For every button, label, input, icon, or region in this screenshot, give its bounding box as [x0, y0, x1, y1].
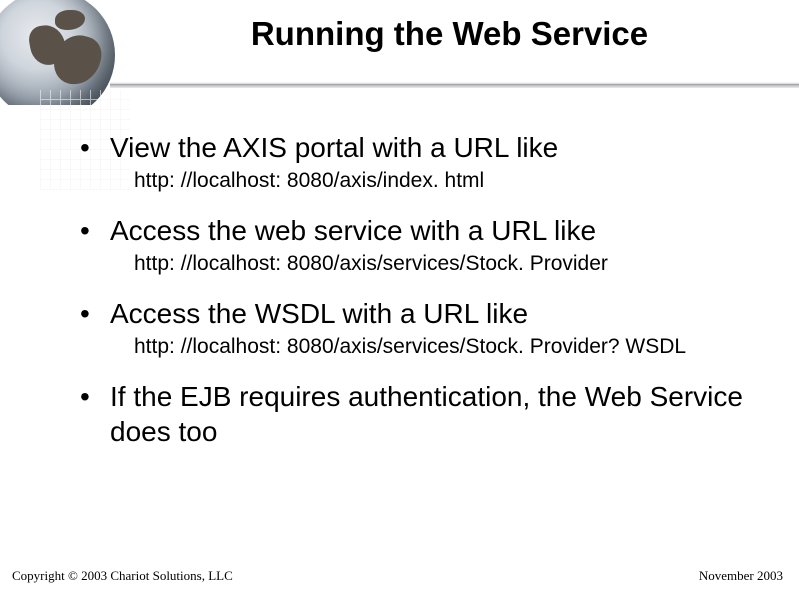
- bullet-text: If the EJB requires authentication, the …: [110, 379, 759, 449]
- bullet-item: • View the AXIS portal with a URL like h…: [80, 130, 759, 193]
- bullet-marker: •: [80, 213, 110, 248]
- bullet-item: • Access the web service with a URL like…: [80, 213, 759, 276]
- slide-title: Running the Web Service: [120, 15, 779, 53]
- bullet-marker: •: [80, 296, 110, 331]
- bullet-sub: http: //localhost: 8080/axis/services/St…: [134, 335, 759, 359]
- bullet-marker: •: [80, 130, 110, 165]
- bullet-item: • If the EJB requires authentication, th…: [80, 379, 759, 449]
- bullet-sub: http: //localhost: 8080/axis/index. html: [134, 169, 759, 193]
- title-divider: [110, 82, 799, 88]
- bullet-text: Access the web service with a URL like: [110, 213, 759, 248]
- bullet-marker: •: [80, 379, 110, 414]
- bullet-text: Access the WSDL with a URL like: [110, 296, 759, 331]
- footer-date: November 2003: [699, 568, 783, 584]
- bullet-item: • Access the WSDL with a URL like http: …: [80, 296, 759, 359]
- bullet-text: View the AXIS portal with a URL like: [110, 130, 759, 165]
- bullet-sub: http: //localhost: 8080/axis/services/St…: [134, 252, 759, 276]
- footer-copyright: Copyright © 2003 Chariot Solutions, LLC: [12, 568, 233, 584]
- slide-content: • View the AXIS portal with a URL like h…: [80, 130, 759, 455]
